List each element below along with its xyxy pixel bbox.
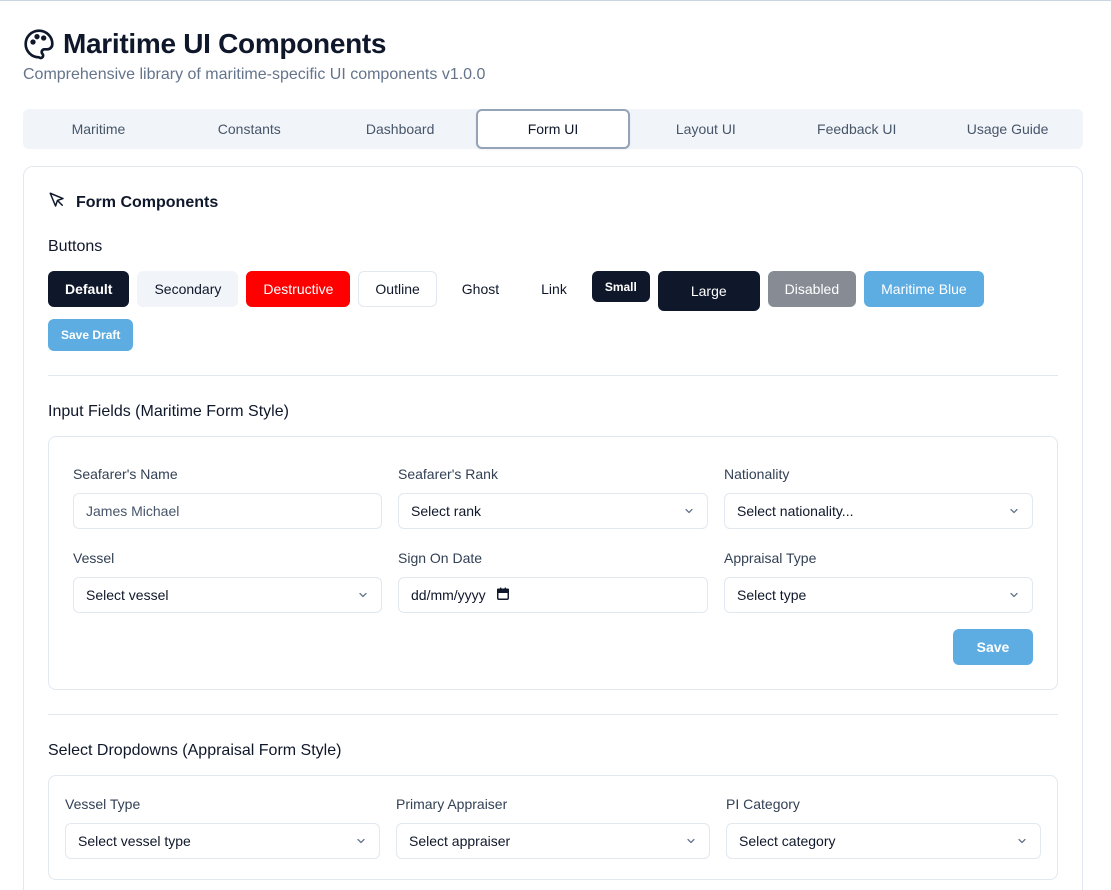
page-header: Maritime UI Components Comprehensive lib… xyxy=(23,28,485,84)
nationality-field: Nationality Select nationality... xyxy=(724,466,1033,529)
primary-appraiser-field: Primary Appraiser Select appraiser xyxy=(396,796,710,859)
tab-bar: Maritime Constants Dashboard Form UI Lay… xyxy=(23,109,1083,149)
select-value: Select category xyxy=(739,833,836,849)
nationality-select[interactable]: Select nationality... xyxy=(724,493,1033,529)
field-label: Primary Appraiser xyxy=(396,796,508,812)
field-label: Appraisal Type xyxy=(724,550,817,566)
select-value: Select vessel type xyxy=(78,833,191,849)
calendar-icon[interactable] xyxy=(496,586,510,604)
select-value: Select nationality... xyxy=(737,503,854,519)
input-fields-panel: Seafarer's Name James Michael Seafarer's… xyxy=(48,436,1058,690)
pi-category-field: PI Category Select category xyxy=(726,796,1041,859)
select-dropdowns-panel: Vessel Type Select vessel type Primary A… xyxy=(48,775,1058,880)
date-value: dd/mm/yyyy xyxy=(411,587,486,603)
seafarer-name-field: Seafarer's Name James Michael xyxy=(73,466,382,529)
field-label: Sign On Date xyxy=(398,550,483,566)
chevron-down-icon xyxy=(685,508,693,514)
chevron-down-icon xyxy=(687,838,695,844)
tab-layout-ui[interactable]: Layout UI xyxy=(630,109,781,149)
buttons-heading: Buttons xyxy=(48,238,103,255)
field-label: Vessel Type xyxy=(65,796,141,812)
sign-on-date-field: Sign On Date dd/mm/yyyy xyxy=(398,550,708,613)
link-button[interactable]: Link xyxy=(524,271,584,307)
save-draft-button[interactable]: Save Draft xyxy=(48,319,134,351)
appraisal-type-select[interactable]: Select type xyxy=(724,577,1033,613)
field-label: PI Category xyxy=(726,796,800,812)
form-components-card: Form Components Buttons Default Secondar… xyxy=(23,166,1083,890)
destructive-button[interactable]: Destructive xyxy=(246,271,351,307)
large-button[interactable]: Large xyxy=(657,271,760,311)
select-value: Select appraiser xyxy=(409,833,511,849)
input-fields-heading: Input Fields (Maritime Form Style) xyxy=(48,403,289,420)
card-title-text: Form Components xyxy=(76,193,219,211)
cursor-pointer-icon xyxy=(48,191,66,214)
field-label: Seafarer's Name xyxy=(73,466,178,482)
default-button[interactable]: Default xyxy=(48,271,130,307)
card-title: Form Components xyxy=(48,191,218,214)
divider xyxy=(48,714,1058,715)
palette-icon xyxy=(23,28,55,60)
page-title: Maritime UI Components xyxy=(63,28,387,59)
select-dropdowns-heading: Select Dropdowns (Appraisal Form Style) xyxy=(48,742,342,759)
field-label: Nationality xyxy=(724,466,790,482)
field-label: Vessel xyxy=(73,550,115,566)
select-value: Select type xyxy=(737,587,807,603)
page-subtitle: Comprehensive library of maritime-specif… xyxy=(23,66,486,83)
seafarer-rank-select[interactable]: Select rank xyxy=(398,493,708,529)
seafarer-name-input[interactable]: James Michael xyxy=(73,493,382,529)
chevron-down-icon xyxy=(357,838,365,844)
select-value: Select rank xyxy=(411,503,482,519)
divider xyxy=(48,375,1058,376)
tab-dashboard[interactable]: Dashboard xyxy=(325,109,476,149)
tab-constants[interactable]: Constants xyxy=(174,109,325,149)
buttons-row: Default Secondary Destructive Outline Gh… xyxy=(48,271,1058,351)
chevron-down-icon xyxy=(1018,838,1026,844)
tab-form-ui[interactable]: Form UI xyxy=(475,109,631,149)
appraisal-type-field: Appraisal Type Select type xyxy=(724,550,1033,613)
pi-category-select[interactable]: Select category xyxy=(726,823,1041,859)
outline-button[interactable]: Outline xyxy=(358,271,437,307)
chevron-down-icon xyxy=(359,592,367,598)
small-button[interactable]: Small xyxy=(591,271,650,302)
select-value: Select vessel xyxy=(86,587,169,603)
ghost-button[interactable]: Ghost xyxy=(445,271,516,307)
disabled-button: Disabled xyxy=(767,271,857,307)
tab-usage-guide[interactable]: Usage Guide xyxy=(932,109,1083,149)
primary-appraiser-select[interactable]: Select appraiser xyxy=(396,823,710,859)
vessel-select[interactable]: Select vessel xyxy=(73,577,382,613)
vessel-field: Vessel Select vessel xyxy=(73,550,382,613)
chevron-down-icon xyxy=(1010,508,1018,514)
field-label: Seafarer's Rank xyxy=(398,466,498,482)
seafarer-rank-field: Seafarer's Rank Select rank xyxy=(398,466,708,529)
save-button[interactable]: Save xyxy=(953,629,1033,665)
input-placeholder: James Michael xyxy=(86,503,180,519)
sign-on-date-input[interactable]: dd/mm/yyyy xyxy=(398,577,708,613)
chevron-down-icon xyxy=(1010,592,1018,598)
maritime-blue-button[interactable]: Maritime Blue xyxy=(864,271,984,307)
vessel-type-field: Vessel Type Select vessel type xyxy=(65,796,380,859)
vessel-type-select[interactable]: Select vessel type xyxy=(65,823,380,859)
tab-feedback-ui[interactable]: Feedback UI xyxy=(781,109,932,149)
tab-maritime[interactable]: Maritime xyxy=(23,109,174,149)
secondary-button[interactable]: Secondary xyxy=(137,271,239,307)
